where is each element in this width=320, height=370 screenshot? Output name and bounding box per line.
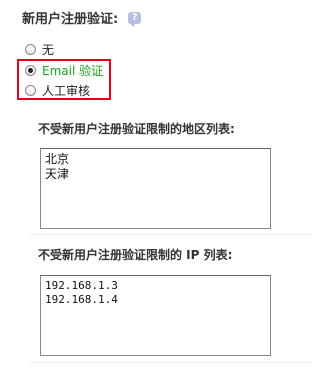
ip-list-title: 不受新用户注册验证限制的 IP 列表: [38,248,233,262]
question-bubble-icon[interactable]: ? [128,11,142,27]
registration-verification-settings: 新用户注册验证: ? 无 Email 验证 人工审核 不受新用户注册验证限制的地… [0,0,312,370]
radio-none[interactable] [25,43,36,55]
section-title: 新用户注册验证: ? [22,8,142,27]
section-title-text: 新用户注册验证: [22,12,119,27]
highlight-box [17,59,111,100]
option-none-label: 无 [42,42,55,57]
option-none[interactable]: 无 [25,40,54,58]
region-list-title: 不受新用户注册验证限制的地区列表: [38,122,235,136]
divider [30,362,312,363]
region-list-textarea[interactable]: 北京 天津 [40,148,271,229]
divider [30,234,312,235]
ip-list-textarea[interactable]: 192.168.1.3 192.168.1.4 [40,275,271,356]
